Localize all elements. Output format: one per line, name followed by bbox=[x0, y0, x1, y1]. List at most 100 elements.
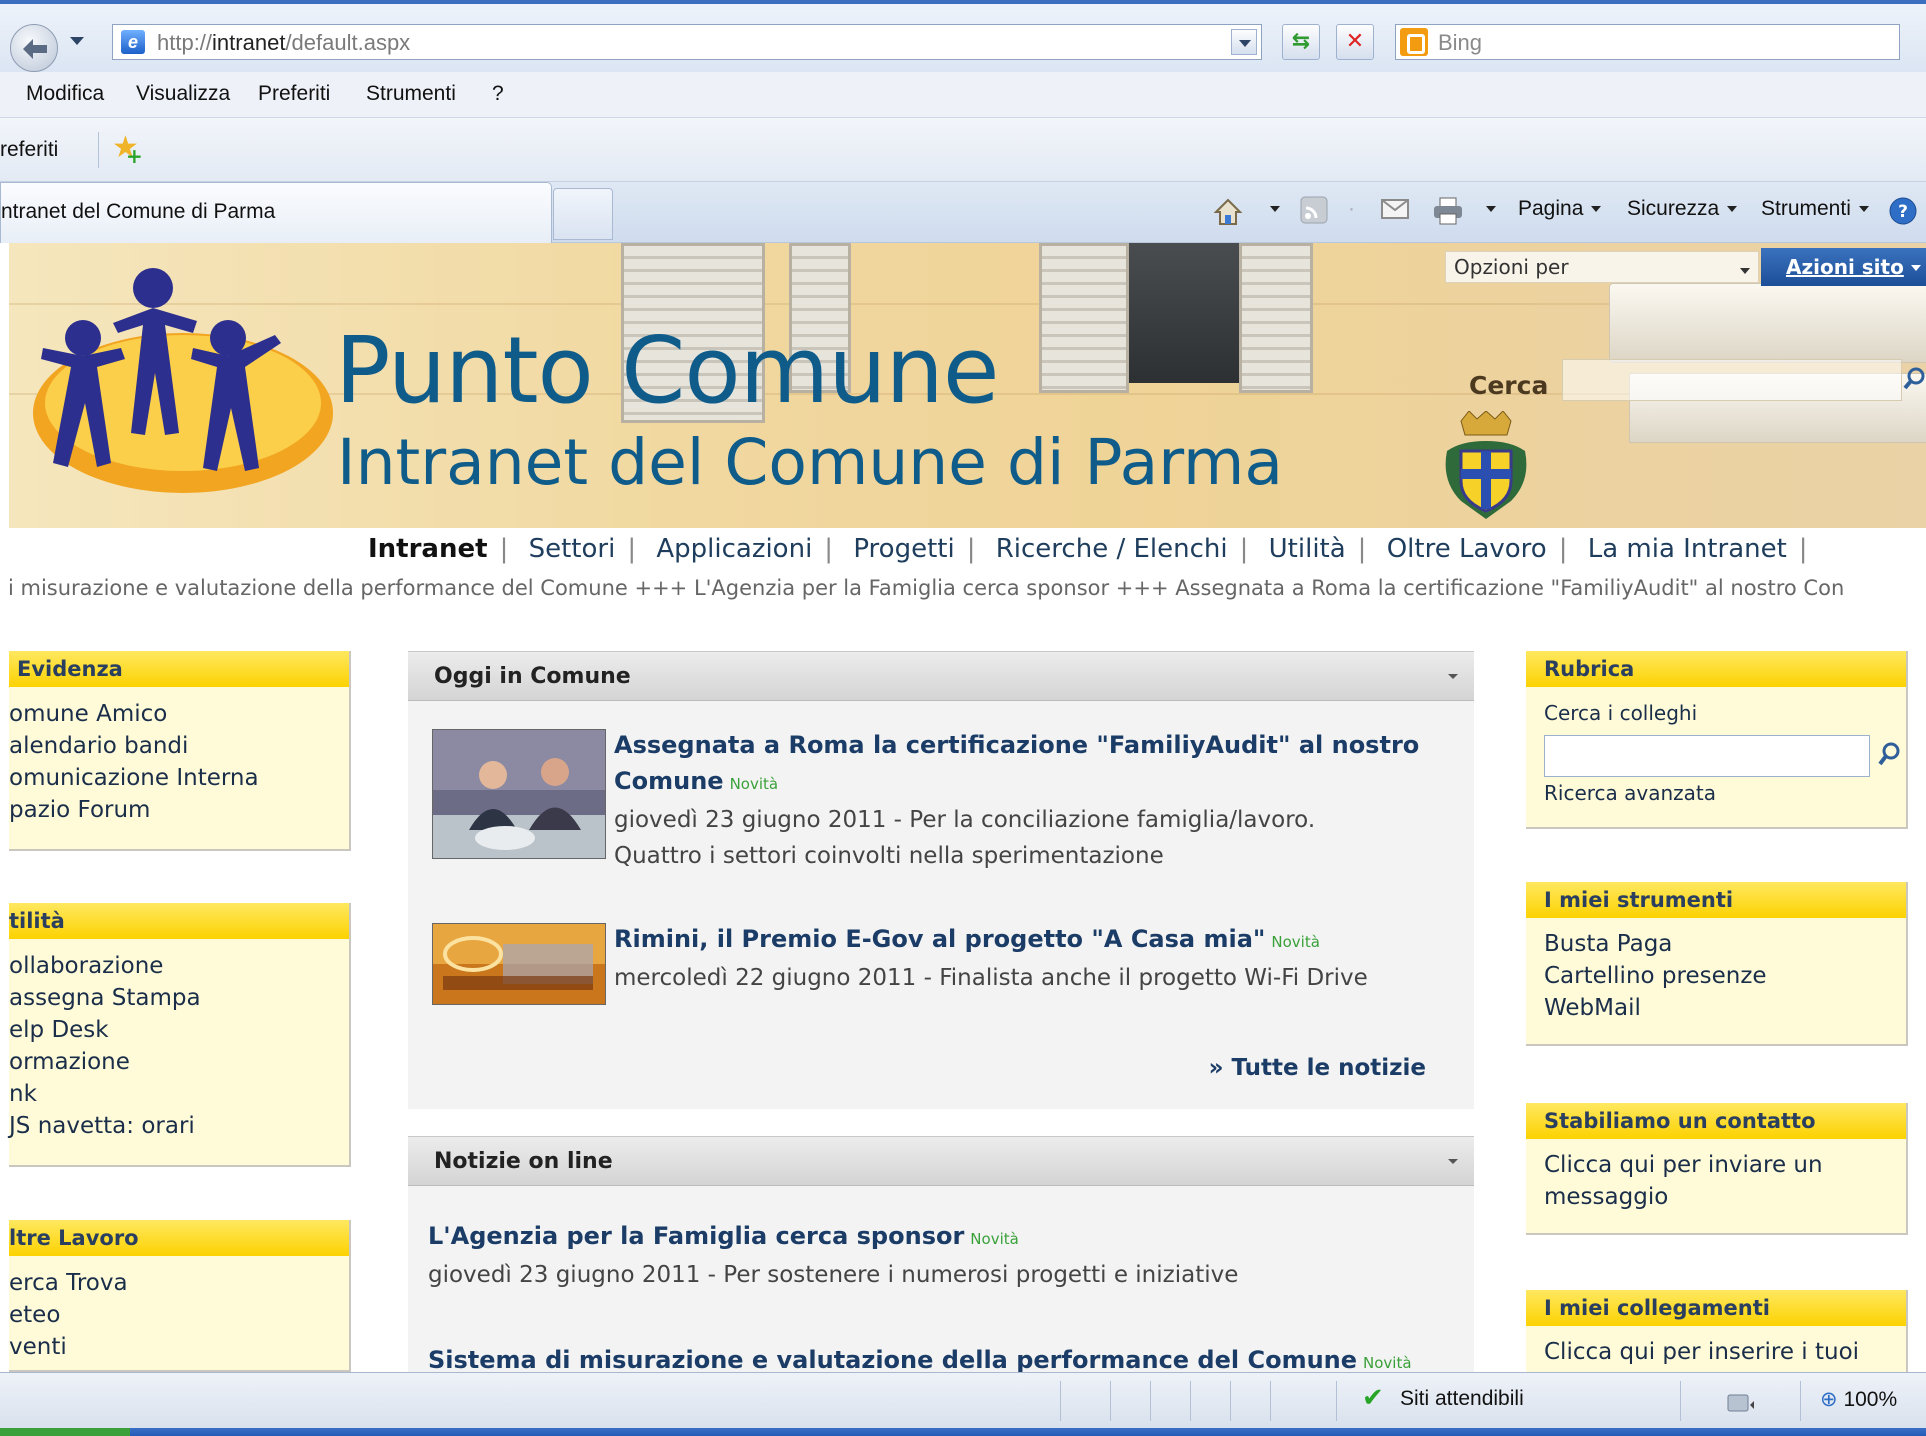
link-calendario-bandi[interactable]: alendario bandi bbox=[9, 733, 259, 765]
address-url: http://intranet/default.aspx bbox=[157, 30, 411, 55]
panel-header: Oggi in Comune bbox=[408, 651, 1474, 701]
site-actions-label: Azioni sito bbox=[1786, 255, 1904, 279]
colleagues-search-input[interactable] bbox=[1544, 735, 1870, 777]
tab-active[interactable]: ntranet del Comune di Parma bbox=[0, 182, 552, 243]
search-icon[interactable] bbox=[1876, 739, 1902, 771]
search-icon[interactable] bbox=[1902, 359, 1926, 401]
command-pagina[interactable]: Pagina bbox=[1518, 194, 1602, 224]
contact-text: Clicca qui per inviare un bbox=[1544, 1152, 1823, 1178]
top-navigation: Intranet | Settori | Applicazioni | Progett… bbox=[0, 528, 1926, 570]
refresh-button[interactable]: ⇆ bbox=[1282, 24, 1320, 60]
nav-la-mia-intranet[interactable]: La mia Intranet bbox=[1576, 534, 1799, 564]
address-field[interactable]: e http://intranet/default.aspx bbox=[112, 24, 1262, 60]
box-contatto: Stabiliamo un contatto Clicca qui per in… bbox=[1526, 1103, 1908, 1235]
link-busta-paga[interactable]: Busta Paga bbox=[1544, 928, 1767, 960]
link-formazione[interactable]: ormazione bbox=[9, 1049, 201, 1081]
coat-of-arms-icon bbox=[1445, 411, 1527, 519]
chevron-down-icon[interactable] bbox=[1448, 1159, 1458, 1164]
box-title: tilità bbox=[9, 909, 65, 933]
back-button[interactable] bbox=[10, 24, 58, 72]
link-link[interactable]: nk bbox=[9, 1081, 201, 1113]
history-dropdown-icon[interactable] bbox=[70, 37, 84, 45]
add-favorite-icon[interactable]: ★ bbox=[112, 132, 143, 173]
link-collaborazione[interactable]: ollaborazione bbox=[9, 953, 201, 985]
home-icon[interactable] bbox=[1212, 196, 1244, 228]
nav-separator: | bbox=[1798, 534, 1808, 564]
browser-search-field[interactable]: Bing bbox=[1395, 24, 1900, 60]
nav-oltre-lavoro[interactable]: Oltre Lavoro bbox=[1375, 534, 1559, 564]
site-actions-button[interactable]: Azioni sito bbox=[1761, 248, 1926, 286]
nav-ricerche-elenchi[interactable]: Ricerche / Elenchi bbox=[984, 534, 1240, 564]
box-title: Rubrica bbox=[1544, 657, 1635, 681]
favorites-button[interactable]: referiti bbox=[0, 138, 58, 162]
command-strumenti[interactable]: Strumenti bbox=[1761, 194, 1869, 224]
link-webmail[interactable]: WebMail bbox=[1544, 992, 1767, 1024]
nav-applicazioni[interactable]: Applicazioni bbox=[644, 534, 824, 564]
nav-utilita[interactable]: Utilità bbox=[1257, 534, 1358, 564]
new-badge: Novità bbox=[970, 1230, 1019, 1248]
nav-intranet[interactable]: Intranet bbox=[356, 534, 500, 564]
news-title[interactable]: Rimini, il Premio E-Gov al progetto "A C… bbox=[614, 921, 1464, 960]
news-title[interactable]: Assegnata a Roma la certificazione "Fami… bbox=[614, 727, 1464, 802]
menu-help[interactable]: ? bbox=[492, 82, 504, 106]
news-title[interactable]: L'Agenzia per la Famiglia cerca sponsor N… bbox=[428, 1218, 1458, 1257]
link-cartellino-presenze[interactable]: Cartellino presenze bbox=[1544, 960, 1767, 992]
news-thumbnail[interactable] bbox=[432, 729, 606, 859]
nav-settori[interactable]: Settori bbox=[517, 534, 628, 564]
home-dropdown-icon[interactable] bbox=[1262, 194, 1280, 224]
link-comune-amico[interactable]: omune Amico bbox=[9, 701, 259, 733]
site-search-input[interactable] bbox=[1562, 359, 1902, 401]
link-rassegna-stampa[interactable]: assegna Stampa bbox=[9, 985, 201, 1017]
address-bar-row: e http://intranet/default.aspx ⇆ ✕ Bing bbox=[0, 0, 1926, 72]
link-meteo[interactable]: eteo bbox=[9, 1302, 128, 1334]
nav-separator: | bbox=[824, 534, 834, 564]
options-dropdown[interactable]: Opzioni per bbox=[1445, 251, 1759, 283]
zoom-level[interactable]: ⊕ 100% bbox=[1820, 1387, 1897, 1412]
link-cerca-trova[interactable]: erca Trova bbox=[9, 1270, 128, 1302]
links-add-link[interactable]: Clicca qui per inserire i tuoi bbox=[1544, 1336, 1859, 1368]
new-tab-button[interactable] bbox=[553, 188, 613, 240]
menu-visualizza[interactable]: Visualizza bbox=[136, 82, 230, 106]
advanced-search-link[interactable]: Ricerca avanzata bbox=[1544, 781, 1716, 805]
print-dropdown-icon[interactable] bbox=[1478, 194, 1496, 224]
news-description: giovedì 23 giugno 2011 - Per sostenere i… bbox=[428, 1262, 1239, 1288]
chevron-down-icon[interactable] bbox=[1448, 674, 1458, 679]
link-bus-navetta[interactable]: JS navetta: orari bbox=[9, 1113, 201, 1145]
menu-strumenti[interactable]: Strumenti bbox=[366, 82, 456, 106]
panel-title: Notizie on line bbox=[434, 1149, 613, 1174]
news-ticker[interactable]: i misurazione e valutazione della perfor… bbox=[0, 570, 1926, 612]
link-help-desk[interactable]: elp Desk bbox=[9, 1017, 201, 1049]
contact-text: messaggio bbox=[1544, 1184, 1669, 1210]
print-icon[interactable] bbox=[1432, 196, 1464, 226]
mail-icon[interactable] bbox=[1380, 196, 1410, 222]
search-provider-label: Bing bbox=[1438, 30, 1483, 55]
tab-title: ntranet del Comune di Parma bbox=[1, 200, 276, 223]
new-badge: Novità bbox=[1271, 933, 1320, 951]
feeds-icon[interactable] bbox=[1300, 196, 1328, 224]
help-icon[interactable]: ? bbox=[1888, 196, 1918, 226]
address-dropdown-button[interactable] bbox=[1231, 29, 1257, 55]
menu-preferiti[interactable]: Preferiti bbox=[258, 82, 330, 106]
box-title: ltre Lavoro bbox=[9, 1226, 139, 1250]
news-thumbnail[interactable] bbox=[432, 923, 606, 1005]
link-eventi[interactable]: venti bbox=[9, 1334, 128, 1366]
protected-mode-icon[interactable] bbox=[1722, 1389, 1758, 1417]
banner-shutter bbox=[1239, 243, 1313, 393]
link-spazio-forum[interactable]: pazio Forum bbox=[9, 797, 259, 829]
contact-link[interactable]: Clicca qui per inviare un messaggio bbox=[1544, 1149, 1823, 1213]
banner-cornice bbox=[1609, 283, 1926, 363]
box-rubrica: Rubrica Cerca i colleghi Ricerca avanzat… bbox=[1526, 651, 1908, 829]
command-sicurezza[interactable]: Sicurezza bbox=[1627, 194, 1738, 224]
nav-progetti[interactable]: Progetti bbox=[841, 534, 966, 564]
menu-modifica[interactable]: Modifica bbox=[26, 82, 104, 106]
all-news-link[interactable]: » Tutte le notizie bbox=[1209, 1055, 1426, 1081]
box-oltre-lavoro: ltre Lavoro erca Trova eteo venti bbox=[9, 1220, 351, 1372]
status-separator bbox=[1110, 1381, 1111, 1421]
link-comunicazione-interna[interactable]: omunicazione Interna bbox=[9, 765, 259, 797]
site-subtitle: Intranet del Comune di Parma bbox=[337, 426, 1284, 499]
nav-separator: | bbox=[966, 534, 976, 564]
status-separator bbox=[1336, 1381, 1337, 1421]
favorites-bar: referiti ★ bbox=[0, 118, 1926, 182]
security-zone[interactable]: Siti attendibili bbox=[1400, 1387, 1524, 1411]
stop-button[interactable]: ✕ bbox=[1336, 24, 1374, 60]
